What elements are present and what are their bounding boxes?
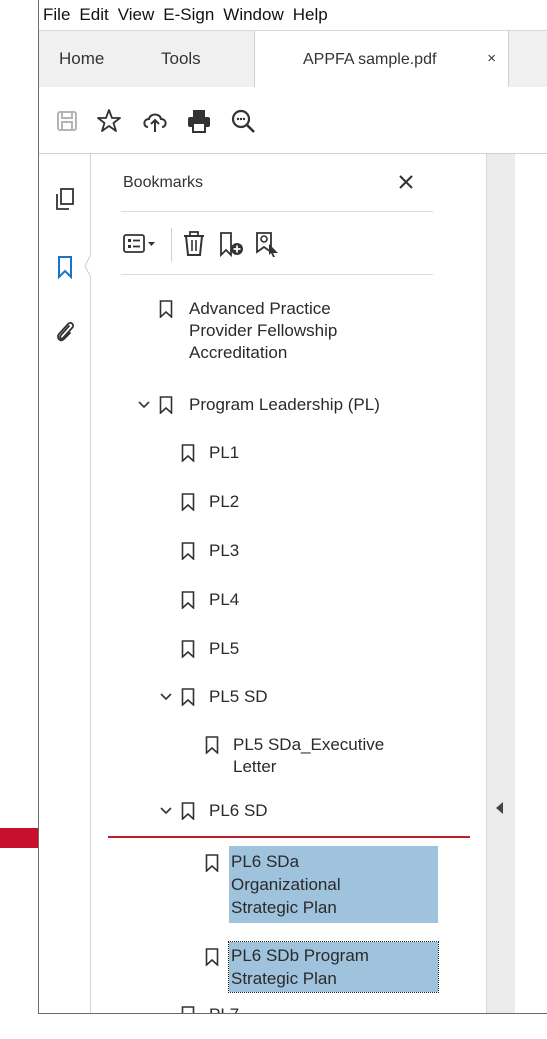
panel-collapse-strip[interactable]: [486, 154, 516, 1013]
panel-title: Bookmarks: [123, 174, 204, 191]
chevron-down-icon[interactable]: [137, 400, 151, 410]
bookmarks-panel: Bookmarks Advanced Practice Provider Fel…: [91, 154, 486, 1013]
menu-esign[interactable]: E-Sign: [159, 5, 219, 25]
bookmark-label: PL7: [209, 1004, 239, 1013]
save-icon[interactable]: [53, 107, 81, 135]
navigation-rail: [39, 154, 92, 1013]
tab-tools[interactable]: Tools: [161, 31, 201, 87]
tab-document[interactable]: APPFA sample.pdf ×: [254, 31, 509, 88]
bookmark-label: PL5 SDa_Executive: [233, 735, 385, 754]
menu-bar: File Edit View E-Sign Window Help: [39, 0, 547, 30]
bookmark-label: Program Leadership (PL): [189, 395, 380, 414]
bookmark-selection-focused: PL6 SDb Program Strategic Plan: [228, 941, 439, 993]
bookmark-label: Provider Fellowship: [189, 321, 338, 340]
acrobat-window: File Edit View E-Sign Window Help Home T…: [38, 0, 547, 1014]
toolbar: [39, 87, 547, 154]
bookmark-label: PL5: [209, 639, 240, 658]
menu-file[interactable]: File: [39, 5, 75, 25]
upload-cloud-icon[interactable]: [141, 107, 169, 135]
menu-window[interactable]: Window: [219, 5, 288, 25]
bookmark-icon: [159, 396, 173, 414]
toolbar-divider: [171, 228, 172, 262]
chevron-down-icon[interactable]: [159, 806, 173, 816]
menu-view[interactable]: View: [114, 5, 160, 25]
bookmark-icon: [181, 542, 195, 560]
bookmark-label: Accreditation: [189, 343, 288, 362]
bookmark-icon: [181, 640, 195, 658]
bookmark-icon: [205, 854, 219, 872]
bookmark-label: Strategic Plan: [231, 898, 337, 917]
options-menu-icon[interactable]: [123, 230, 157, 258]
bookmark-label: Strategic Plan: [231, 969, 337, 988]
bookmark-label: Advanced Practice: [189, 299, 331, 318]
bookmark-icon: [181, 802, 195, 820]
collapse-arrow-icon[interactable]: [496, 802, 503, 814]
bookmark-icon: [205, 736, 219, 754]
bookmark-icon: [181, 493, 195, 511]
tab-document-label: APPFA sample.pdf: [303, 50, 437, 68]
bookmark-label: PL2: [209, 492, 240, 511]
bookmark-label: PL6 SDb Program: [231, 946, 369, 965]
close-icon[interactable]: [396, 172, 416, 192]
drop-indicator-line: [108, 836, 470, 838]
tab-close-icon[interactable]: ×: [487, 50, 496, 67]
delete-icon[interactable]: [181, 230, 207, 258]
bookmark-label: PL3: [209, 541, 240, 560]
bookmark-label: PL5 SD: [209, 687, 268, 706]
bookmark-icon: [181, 1006, 195, 1013]
new-bookmark-icon[interactable]: [217, 230, 245, 258]
divider: [121, 274, 433, 275]
bookmark-icon: [181, 688, 195, 706]
bookmark-label: Letter: [233, 757, 277, 776]
tab-home[interactable]: Home: [59, 31, 104, 87]
menu-edit[interactable]: Edit: [75, 5, 113, 25]
bookmark-icon: [181, 591, 195, 609]
star-icon[interactable]: [95, 107, 123, 135]
bookmark-icon: [159, 300, 173, 318]
bookmark-label: PL6 SD: [209, 801, 268, 820]
bookmark-label: PL1: [209, 443, 240, 462]
attachment-icon[interactable]: [52, 318, 78, 344]
bookmark-icon: [205, 948, 219, 966]
bookmark-selection: PL6 SDa Organizational Strategic Plan: [229, 846, 438, 923]
print-icon[interactable]: [185, 107, 213, 135]
bookmark-label: PL4: [209, 590, 240, 609]
document-area[interactable]: [515, 154, 547, 1013]
chevron-down-icon[interactable]: [159, 692, 173, 702]
pages-icon[interactable]: [52, 186, 78, 212]
tab-bar: Home Tools APPFA sample.pdf ×: [39, 30, 547, 88]
bookmark-label: Organizational: [231, 875, 341, 894]
bookmark-label: PL6 SDa: [231, 852, 300, 871]
menu-help[interactable]: Help: [289, 5, 333, 25]
bookmark-icon: [181, 444, 195, 462]
divider: [121, 211, 433, 212]
find-bookmark-icon[interactable]: [253, 230, 281, 258]
zoom-icon[interactable]: [229, 107, 257, 135]
bookmark-panel-icon[interactable]: [52, 254, 78, 280]
